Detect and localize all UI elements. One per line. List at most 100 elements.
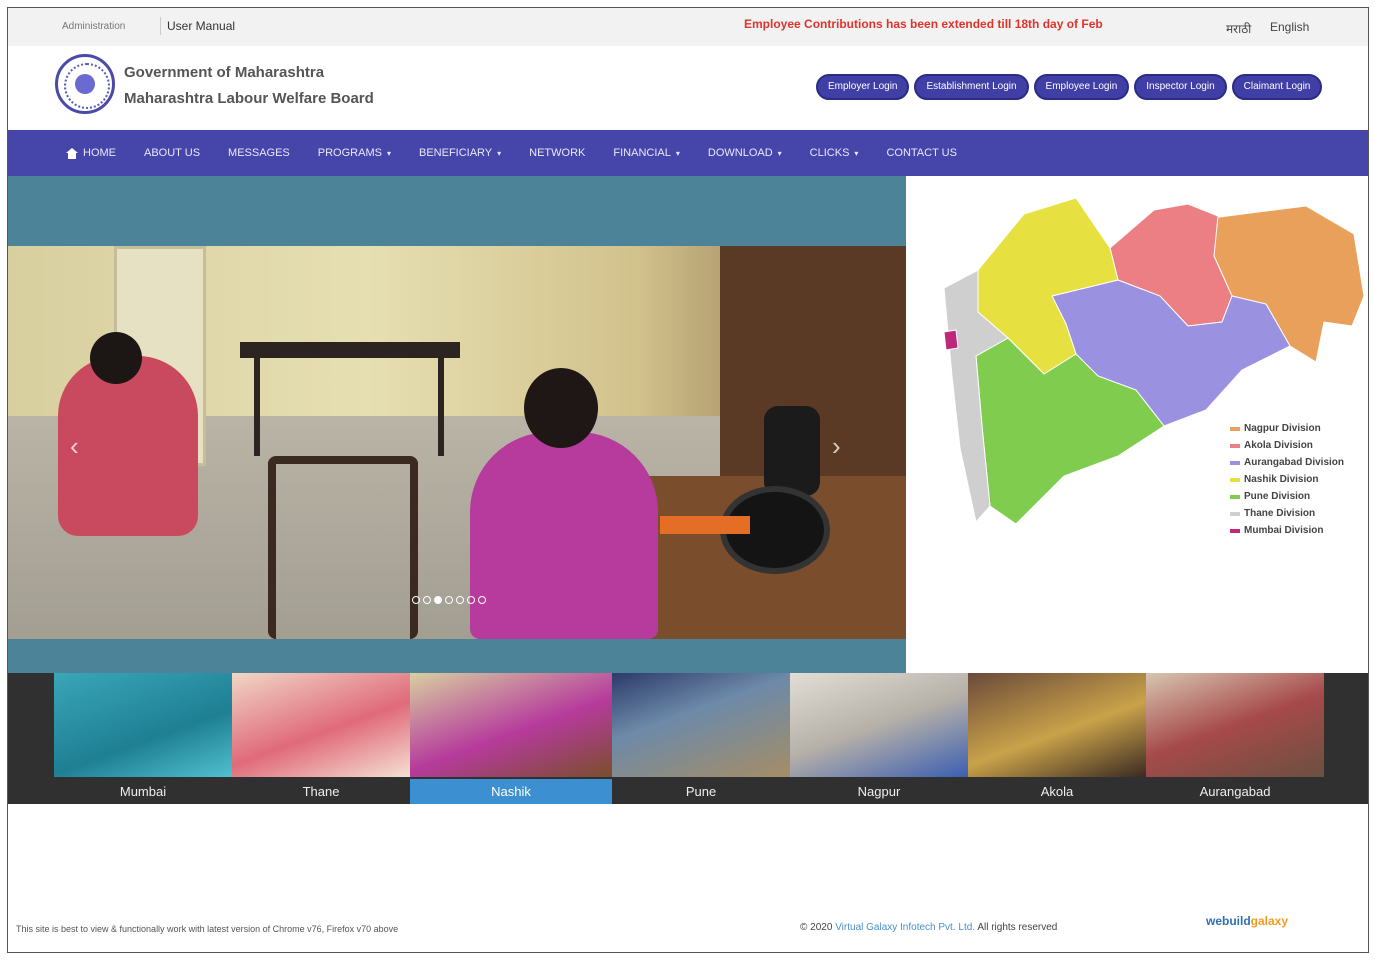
nav-item-download[interactable]: DOWNLOAD ▾ [708, 147, 782, 159]
legend-item: Pune Division [1230, 488, 1344, 505]
nav-item-label: CLICKS [809, 147, 850, 159]
nav-item-network[interactable]: NETWORK [529, 147, 585, 159]
slider-next-arrow-icon[interactable]: › [832, 431, 841, 462]
thumbnail-caption: Aurangabad [1199, 784, 1271, 799]
legend-item: Akola Division [1230, 437, 1344, 454]
org-title-line2: Maharashtra Labour Welfare Board [124, 90, 374, 107]
slider-photo-sewing-class: ‹ › [8, 246, 906, 639]
legend-swatch [1230, 494, 1240, 499]
administration-link[interactable]: Administration [62, 21, 125, 32]
slider-indicators [412, 596, 486, 604]
nav-item-messages[interactable]: MESSAGES [228, 147, 290, 159]
legend-label: Aurangabad Division [1244, 457, 1345, 468]
map-legend: Nagpur Division Akola Division Aurangabad … [1230, 420, 1344, 539]
slider-prev-arrow-icon[interactable]: ‹ [70, 431, 79, 462]
slider-dot[interactable] [412, 596, 420, 604]
legend-label: Akola Division [1244, 440, 1313, 451]
legend-swatch [1230, 460, 1240, 465]
thumbnail-thane[interactable]: Thane [232, 673, 410, 804]
thumbnail-akola[interactable]: Akola [968, 673, 1146, 804]
maharashtra-division-map: Nagpur Division Akola Division Aurangabad … [906, 176, 1368, 673]
login-button-inspector-login[interactable]: Inspector Login [1134, 74, 1227, 100]
legend-swatch [1230, 511, 1240, 516]
login-button-employee-login[interactable]: Employee Login [1033, 74, 1130, 100]
thumbnail-caption: Thane [302, 784, 340, 799]
chevron-down-icon: ▾ [675, 148, 680, 158]
thumbnail-mumbai[interactable]: Mumbai [54, 673, 232, 804]
nav-item-label: DOWNLOAD [707, 147, 773, 159]
legend-label: Nagpur Division [1244, 423, 1321, 434]
nav-item-financial[interactable]: FINANCIAL ▾ [613, 147, 679, 159]
thumbnail-image [1146, 673, 1324, 777]
legend-item: Thane Division [1230, 505, 1344, 522]
thumbnail-caption: Nagpur [857, 784, 901, 799]
home-icon [66, 147, 78, 159]
legend-item: Aurangabad Division [1230, 454, 1344, 471]
login-button-claimant-login[interactable]: Claimant Login [1231, 74, 1323, 100]
thumbnail-image [232, 673, 410, 777]
chevron-down-icon: ▾ [854, 148, 859, 158]
nav-item-label: CONTACT US [886, 147, 957, 159]
brand-accent-text: galaxy [1250, 914, 1289, 928]
user-manual-link[interactable]: User Manual [160, 17, 241, 35]
legend-label: Thane Division [1244, 508, 1316, 519]
thumbnail-image [410, 673, 612, 777]
nav-item-label: PROGRAMS [317, 147, 382, 159]
district-thumbnail-strip: Mumbai Thane Nashik Pune Nagpur Akola Aurangab… [8, 673, 1368, 804]
slider-dot[interactable] [423, 596, 431, 604]
thumbnail-caption: Akola [1040, 784, 1074, 799]
government-emblem-logo[interactable] [55, 54, 115, 114]
language-marathi-link[interactable]: मराठी [1226, 20, 1251, 37]
thumbnail-image [54, 673, 232, 777]
nav-item-programs[interactable]: PROGRAMS ▾ [318, 147, 391, 159]
thumbnail-image [612, 673, 790, 777]
legend-item: Nashik Division [1230, 471, 1344, 488]
slider-dot[interactable] [478, 596, 486, 604]
thumbnail-nagpur[interactable]: Nagpur [790, 673, 968, 804]
thumbnail-nashik[interactable]: Nashik [410, 673, 612, 804]
map-region-mumbai-division[interactable] [943, 329, 959, 351]
chevron-down-icon: ▾ [777, 148, 782, 158]
nav-item-beneficiary[interactable]: BENEFICIARY ▾ [419, 147, 501, 159]
nav-item-label: HOME [83, 147, 116, 159]
image-slider: ‹ › [8, 176, 906, 673]
page-frame: Administration User Manual Employee Cont… [7, 7, 1369, 953]
language-english-link[interactable]: English [1270, 20, 1309, 34]
legend-swatch [1230, 443, 1240, 448]
login-button-establishment-login[interactable]: Establishment Login [914, 74, 1029, 100]
nav-item-label: BENEFICIARY [418, 147, 493, 159]
slider-dot[interactable] [456, 596, 464, 604]
company-link[interactable]: Virtual Galaxy Infotech Pvt. Ltd. [835, 922, 975, 933]
brand-main-text: webuild [1206, 914, 1251, 928]
developer-logo[interactable]: webuildgalaxy [1206, 914, 1288, 928]
nav-item-label: NETWORK [529, 147, 586, 159]
slider-dot[interactable] [445, 596, 453, 604]
legend-label: Mumbai Division [1244, 525, 1324, 536]
legend-label: Pune Division [1244, 491, 1311, 502]
login-buttons: Employer Login Establishment Login Employe… [816, 74, 1323, 100]
nav-item-about-us[interactable]: ABOUT US [144, 147, 200, 159]
legend-label: Nashik Division [1244, 474, 1319, 485]
thumbnail-aurangabad[interactable]: Aurangabad [1146, 673, 1324, 804]
login-button-employer-login[interactable]: Employer Login [816, 74, 910, 100]
nav-item-home[interactable]: HOME [66, 147, 116, 159]
slider-dot[interactable] [467, 596, 475, 604]
thumbnail-caption: Nashik [410, 779, 612, 804]
thumbnail-pune[interactable]: Pune [612, 673, 790, 804]
nav-item-label: ABOUT US [144, 147, 201, 159]
copyright-suffix: All rights reserved [977, 922, 1058, 933]
legend-item: Nagpur Division [1230, 420, 1344, 437]
org-title-line1: Government of Maharashtra [124, 64, 325, 81]
copyright-prefix: © 2020 [800, 922, 833, 933]
chevron-down-icon: ▾ [497, 148, 502, 158]
nav-item-label: MESSAGES [228, 147, 290, 159]
main-navigation: HOME ABOUT US MESSAGES PROGRAMS ▾ BENEFICIARY… [8, 130, 1368, 176]
legend-swatch [1230, 477, 1240, 482]
slider-dot[interactable] [434, 596, 442, 604]
thumbnail-caption: Mumbai [119, 784, 167, 799]
nav-item-clicks[interactable]: CLICKS ▾ [810, 147, 859, 159]
legend-swatch [1230, 528, 1240, 533]
chevron-down-icon: ▾ [386, 148, 391, 158]
nav-item-contact-us[interactable]: CONTACT US [886, 147, 957, 159]
legend-swatch [1230, 426, 1240, 431]
